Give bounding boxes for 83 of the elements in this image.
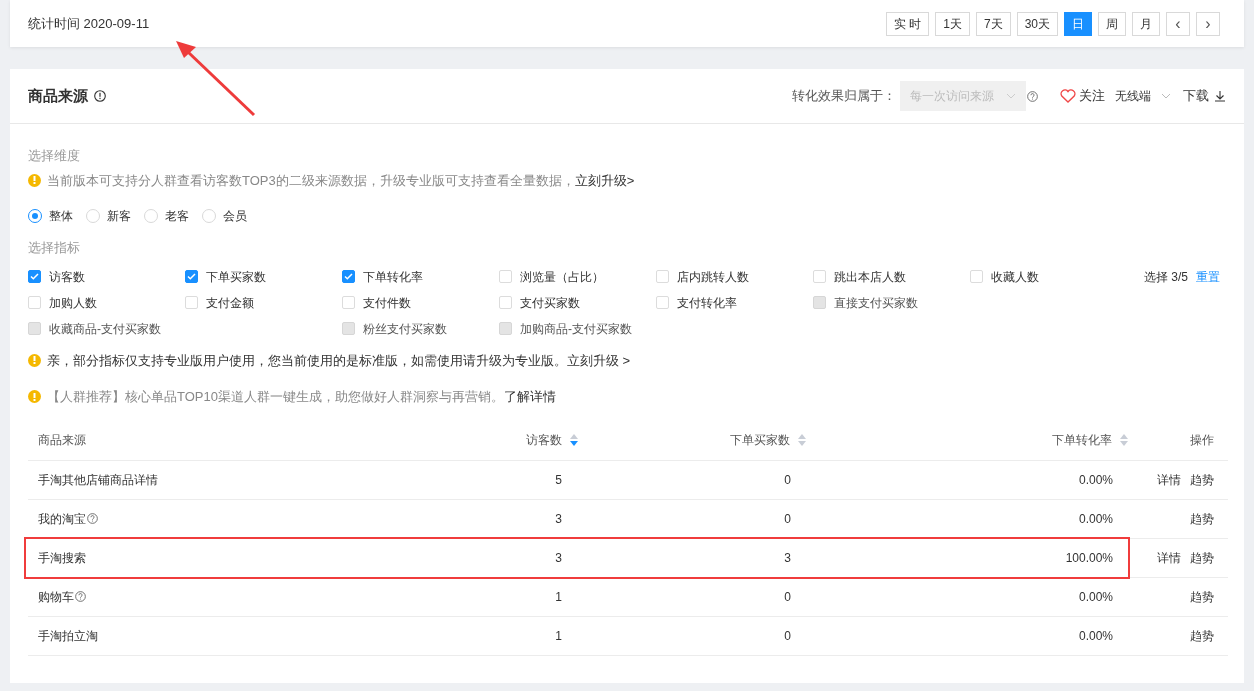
stat-time: 统计时间 2020-09-11 [28, 14, 150, 33]
table-cell: 0.00% [1078, 472, 1113, 487]
metric-checkbox[interactable]: 跳出本店人数 [813, 267, 906, 286]
metric-checkbox[interactable]: 收藏人数 [970, 267, 1039, 286]
warning-icon [28, 353, 41, 367]
selection-count: 选择 3/5 [1144, 268, 1188, 286]
metric-checkbox[interactable]: 支付转化率 [656, 293, 737, 312]
sort-icon[interactable] [570, 434, 578, 446]
table-cell: 0 [784, 511, 791, 526]
heart-icon [1060, 89, 1076, 103]
download-button[interactable]: 下载 [1183, 86, 1226, 106]
column-header[interactable]: 访客数 [526, 431, 562, 449]
table-cell-text: 手淘搜索 [38, 549, 86, 567]
action-link[interactable]: 趋势 [1190, 626, 1214, 645]
table-cell: 0.00% [1078, 589, 1113, 604]
table-cell-text: 手淘其他店铺商品详情 [38, 471, 158, 489]
table-cell: 0 [784, 589, 791, 604]
table-cell: 0 [784, 628, 791, 643]
metric-checkbox[interactable]: 支付买家数 [499, 293, 580, 312]
table-cell: 0 [784, 472, 791, 487]
download-icon [1214, 90, 1226, 102]
chevron-down-icon [1161, 93, 1171, 99]
follow-button[interactable]: 关注 [1079, 86, 1105, 106]
sort-icon[interactable] [798, 434, 806, 446]
range-tab[interactable]: 30天 [1016, 11, 1058, 36]
table-cell: 1 [555, 628, 562, 643]
table-cell: 3 [555, 550, 562, 565]
notice-text: 当前版本可支持分人群查看访客数TOP3的二级来源数据，升级专业版可支持查看全量数据， [47, 171, 575, 190]
table-cell-text: 购物车 [38, 588, 74, 606]
radio-option[interactable]: 整体 [28, 207, 73, 225]
action-link[interactable]: 趋势 [1190, 587, 1214, 606]
warning-icon [28, 173, 41, 187]
notice-text: 亲，部分指标仅支持专业版用户使用，您当前使用的是标准版，如需使用请升级为专业版。 [47, 351, 567, 370]
radio-option[interactable]: 会员 [202, 207, 247, 225]
metric-checkbox[interactable]: 浏览量（占比） [499, 267, 604, 286]
metric-checkbox[interactable]: 支付件数 [342, 293, 411, 312]
range-tab[interactable]: 1天 [935, 11, 970, 36]
range-tab[interactable]: 月 [1132, 11, 1160, 36]
section-title: 商品来源 [28, 85, 88, 106]
dimension-label: 选择维度 [28, 147, 81, 165]
radio-option[interactable]: 新客 [86, 207, 131, 225]
metric-checkbox[interactable]: 下单转化率 [342, 267, 423, 286]
action-link[interactable]: 趋势 [1190, 548, 1214, 567]
upgrade-link[interactable]: 立刻升级> [574, 170, 635, 190]
action-link[interactable]: 趋势 [1190, 470, 1214, 489]
metric-checkbox[interactable]: 支付金额 [185, 293, 254, 312]
table-cell: 0.00% [1078, 511, 1113, 526]
next-button[interactable]: › [1196, 11, 1220, 36]
device-dropdown[interactable]: 无线端 [1115, 87, 1171, 105]
column-header: 操作 [1190, 432, 1214, 449]
action-link[interactable]: 趋势 [1190, 509, 1214, 528]
metrics-label: 选择指标 [28, 239, 81, 257]
table-cell: 0.00% [1078, 628, 1113, 643]
warning-icon [28, 390, 41, 404]
column-header[interactable]: 下单转化率 [1052, 431, 1112, 449]
action-link[interactable]: 详情 [1157, 548, 1181, 567]
sort-icon[interactable] [1120, 434, 1128, 446]
range-tab[interactable]: 7天 [975, 11, 1011, 36]
table-cell: 3 [784, 550, 791, 565]
upgrade-link[interactable]: 立刻升级 > [567, 350, 631, 370]
info-icon [94, 90, 106, 102]
metric-checkbox[interactable]: 访客数 [28, 267, 85, 286]
help-icon [1027, 90, 1038, 102]
metric-checkbox[interactable]: 下单买家数 [185, 267, 266, 286]
details-link[interactable]: 了解详情 [503, 387, 556, 407]
table-cell-text: 手淘拍立淘 [38, 627, 98, 645]
table-cell: 100.00% [1065, 550, 1113, 565]
radio-option[interactable]: 老客 [144, 207, 189, 225]
column-header[interactable]: 下单买家数 [730, 431, 790, 449]
range-tab[interactable]: 周 [1098, 11, 1126, 36]
action-link[interactable]: 详情 [1157, 470, 1181, 489]
chevron-down-icon [1006, 93, 1016, 99]
attribution-label: 转化效果归属于： [792, 87, 896, 106]
table-cell-text: 我的淘宝 [38, 510, 86, 528]
column-header: 商品来源 [38, 432, 86, 449]
previous-button[interactable]: ‹ [1166, 11, 1190, 36]
promo-text: 【人群推荐】核心单品TOP10渠道人群一键生成，助您做好人群洞察与再营销。 [47, 388, 504, 406]
table-cell: 3 [555, 511, 562, 526]
table-cell: 1 [555, 589, 562, 604]
metric-checkbox[interactable]: 加购人数 [28, 293, 97, 312]
metric-checkbox[interactable]: 店内跳转人数 [656, 267, 749, 286]
range-tab[interactable]: 实 时 [885, 11, 930, 36]
table-cell: 5 [555, 472, 562, 487]
